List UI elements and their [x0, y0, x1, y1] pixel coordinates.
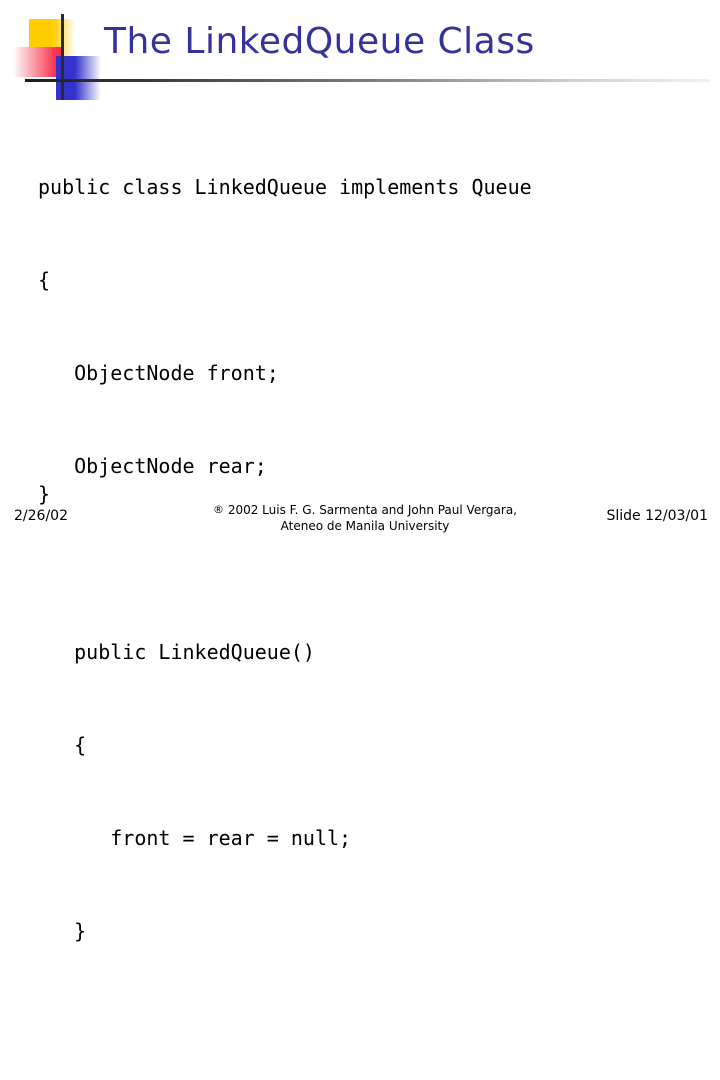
- red-square-icon: [13, 47, 63, 77]
- slide-canvas: The LinkedQueue Class public class Linke…: [0, 0, 720, 943]
- footer-date: 2/26/02: [14, 508, 68, 524]
- vertical-rule-icon: [61, 14, 64, 100]
- code-line: public class LinkedQueue implements Queu…: [38, 175, 532, 199]
- code-line: {: [38, 268, 51, 292]
- code-line: ObjectNode rear;: [38, 454, 267, 478]
- copyright-icon: ®: [213, 503, 224, 516]
- yellow-square-icon: [29, 19, 75, 59]
- code-line: ObjectNode front;: [38, 361, 279, 385]
- blue-square-icon: [56, 56, 101, 100]
- footer-slide-number: Slide 12/03/01: [606, 508, 709, 524]
- page-title: The LinkedQueue Class: [104, 21, 535, 62]
- footer-copyright-line2: Ateneo de Manila University: [280, 519, 450, 533]
- code-line: }: [38, 919, 87, 943]
- code-line: public LinkedQueue(): [38, 640, 315, 664]
- code-closing-brace: }: [38, 482, 51, 506]
- footer-copyright-line1: 2002 Luis F. G. Sarmenta and John Paul V…: [227, 503, 517, 517]
- horizontal-rule-icon: [25, 79, 710, 82]
- code-line: {: [38, 733, 87, 757]
- footer-copyright: ® 2002 Luis F. G. Sarmenta and John Paul…: [180, 502, 550, 534]
- code-line: front = rear = null;: [38, 826, 352, 850]
- code-block: public class LinkedQueue implements Queu…: [38, 110, 698, 1080]
